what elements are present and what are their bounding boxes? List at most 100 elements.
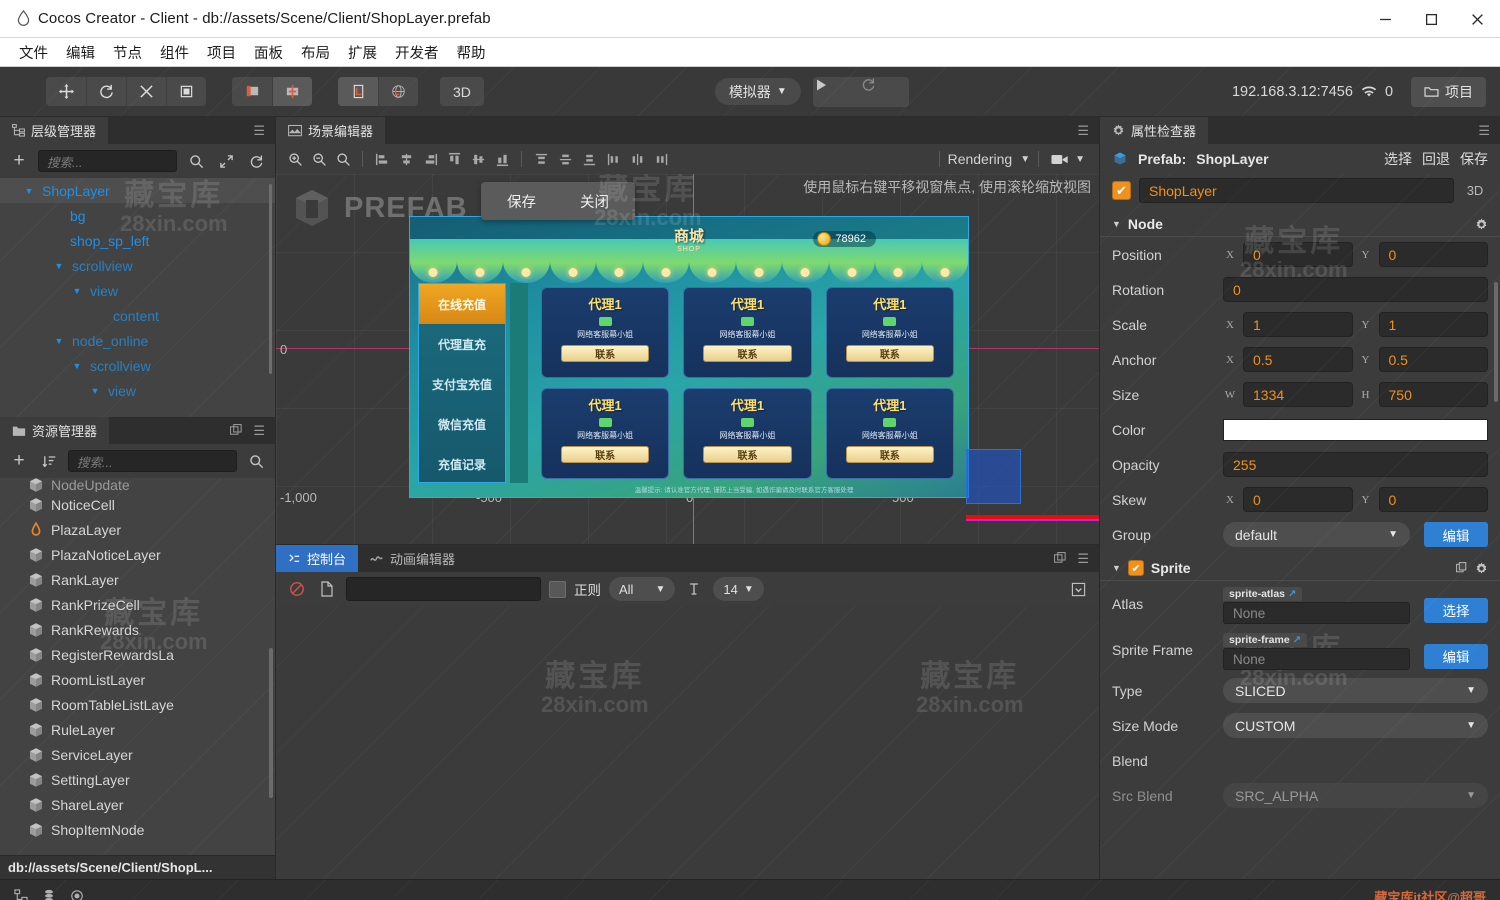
- category-agent-recharge[interactable]: 代理直充: [419, 324, 505, 364]
- scale-x-input[interactable]: 1: [1243, 312, 1353, 337]
- move-tool-icon[interactable]: [46, 77, 86, 106]
- asset-item-servicelayer[interactable]: ServiceLayer: [0, 742, 275, 767]
- prefab-save-action[interactable]: 保存: [1460, 149, 1488, 169]
- tree-node-view-2[interactable]: ▼ view: [0, 378, 275, 403]
- stack-icon[interactable]: [42, 889, 56, 900]
- asset-item-rankrewards[interactable]: RankRewards: [0, 617, 275, 642]
- tree-node-scrollview-2[interactable]: ▼ scrollview: [0, 353, 275, 378]
- asset-item-nodeupdate[interactable]: NodeUpdate: [0, 478, 275, 492]
- project-button[interactable]: 项目: [1411, 76, 1487, 107]
- align-right-icon[interactable]: [419, 148, 441, 170]
- agent-contact-button[interactable]: 联系: [560, 345, 650, 362]
- agent-contact-button[interactable]: 联系: [845, 446, 935, 463]
- chevron-down-icon[interactable]: ▼: [22, 186, 36, 196]
- align-center-h-icon[interactable]: [395, 148, 417, 170]
- size-height-input[interactable]: 750: [1378, 382, 1488, 407]
- chevron-down-icon[interactable]: ▼: [52, 336, 66, 346]
- asset-item-sharelayer[interactable]: ShareLayer: [0, 792, 275, 817]
- menu-node[interactable]: 节点: [104, 40, 151, 65]
- asset-item-roomlistlayer[interactable]: RoomListLayer: [0, 667, 275, 692]
- sprite-copy-icon[interactable]: [1456, 562, 1468, 574]
- skew-x-input[interactable]: 0: [1243, 487, 1353, 512]
- asset-item-shopitemnode[interactable]: ShopItemNode: [0, 817, 275, 842]
- console-output[interactable]: 藏宝库 28xin.com 藏宝库 28xin.com: [276, 606, 1099, 879]
- external-link-icon[interactable]: ↗: [1288, 589, 1296, 600]
- pivot-tool-icon[interactable]: [232, 77, 272, 106]
- assets-list[interactable]: 藏宝库 28xin.com NodeUpdate NoticeCell Plaz…: [0, 478, 275, 855]
- node-enabled-checkbox[interactable]: ✔: [1112, 181, 1131, 200]
- distribute-right-icon[interactable]: [650, 148, 672, 170]
- agent-contact-button[interactable]: 联系: [703, 345, 792, 362]
- console-menu-icon[interactable]: ☰: [1077, 551, 1089, 567]
- group-edit-button[interactable]: 编辑: [1424, 522, 1488, 547]
- distribute-center-icon[interactable]: [554, 148, 576, 170]
- category-recharge-history[interactable]: 充值记录: [419, 444, 505, 484]
- node-section-gear-icon[interactable]: [1475, 218, 1488, 231]
- scale-y-input[interactable]: 1: [1378, 312, 1488, 337]
- chevron-down-icon[interactable]: ▼: [70, 286, 84, 296]
- rect-tool-icon[interactable]: [166, 77, 206, 106]
- opacity-input[interactable]: 255: [1223, 452, 1488, 477]
- menu-developer[interactable]: 开发者: [386, 40, 448, 65]
- inspector-menu-icon[interactable]: ☰: [1478, 123, 1490, 139]
- assets-menu-icon[interactable]: ☰: [253, 423, 265, 439]
- sprite-frame-value[interactable]: None: [1223, 648, 1410, 670]
- console-filter-input[interactable]: [346, 577, 541, 601]
- zoom-in-icon[interactable]: [284, 148, 306, 170]
- asset-item-registerrewardslayer[interactable]: RegisterRewardsLa: [0, 642, 275, 667]
- src-blend-dropdown[interactable]: SRC_ALPHA ▼: [1223, 783, 1488, 808]
- eye-icon[interactable]: [70, 889, 84, 900]
- play-icon[interactable]: [813, 77, 861, 107]
- category-online-recharge[interactable]: 在线充值: [419, 284, 505, 324]
- tree-node-content[interactable]: content: [0, 303, 275, 328]
- log-level-dropdown[interactable]: All ▼: [609, 577, 676, 601]
- 3d-toggle-button[interactable]: 3D: [440, 77, 484, 106]
- tab-console[interactable]: 控制台: [276, 545, 359, 572]
- node-section-header[interactable]: ▼ Node: [1100, 212, 1500, 237]
- menu-layout[interactable]: 布局: [292, 40, 339, 65]
- assets-search-input[interactable]: 搜索...: [68, 450, 237, 472]
- position-y-input[interactable]: 0: [1378, 242, 1488, 267]
- agent-card[interactable]: 代理1 网络客服幕小姐 联系: [683, 388, 812, 479]
- refresh-icon[interactable]: [861, 77, 909, 107]
- category-alipay-recharge[interactable]: 支付宝充值: [419, 364, 505, 404]
- hierarchy-tree[interactable]: 藏宝库 28xin.com ▼ ShopLayer bg shop_sp_lef…: [0, 178, 275, 417]
- sort-icon[interactable]: [38, 450, 60, 472]
- asset-item-rulelayer[interactable]: RuleLayer: [0, 717, 275, 742]
- game-preview-frame[interactable]: 商城 SHOP 78962 在线充值 代理直充 支付宝充值 微信充值 充值记录: [409, 216, 969, 498]
- node-icon[interactable]: [14, 889, 28, 900]
- agent-card[interactable]: 代理1 网络客服幕小姐 联系: [825, 388, 954, 479]
- sprite-section-header[interactable]: ▼ ✔ Sprite: [1100, 556, 1500, 581]
- asset-item-ranklayer[interactable]: RankLayer: [0, 567, 275, 592]
- chevron-down-icon[interactable]: ▼: [88, 386, 102, 396]
- sprite-section-gear-icon[interactable]: [1475, 562, 1488, 575]
- tree-node-node-online[interactable]: ▼ node_online: [0, 328, 275, 353]
- sprite-frame-field[interactable]: sprite-frame ↗ None: [1223, 633, 1410, 670]
- asset-item-settinglayer[interactable]: SettingLayer: [0, 767, 275, 792]
- zoom-out-icon[interactable]: [308, 148, 330, 170]
- tab-hierarchy[interactable]: 层级管理器: [0, 117, 109, 144]
- menu-panel[interactable]: 面板: [245, 40, 292, 65]
- zoom-fit-icon[interactable]: [332, 148, 354, 170]
- size-mode-dropdown[interactable]: CUSTOM ▼: [1223, 713, 1488, 738]
- chevron-down-icon[interactable]: ▼: [52, 261, 66, 271]
- align-middle-icon[interactable]: [467, 148, 489, 170]
- maximize-button[interactable]: [1408, 0, 1454, 38]
- anchor-y-input[interactable]: 0.5: [1378, 347, 1488, 372]
- prefab-close-button[interactable]: 关闭: [558, 186, 631, 216]
- search-icon[interactable]: [245, 450, 267, 472]
- prefab-revert-action[interactable]: 回退: [1422, 149, 1450, 169]
- global-coord-tool-icon[interactable]: [378, 77, 418, 106]
- search-icon[interactable]: [185, 150, 207, 172]
- menu-file[interactable]: 文件: [10, 40, 57, 65]
- menu-edit[interactable]: 编辑: [57, 40, 104, 65]
- align-bottom-icon[interactable]: [491, 148, 513, 170]
- color-swatch[interactable]: [1223, 418, 1488, 441]
- camera-icon[interactable]: [1047, 148, 1073, 170]
- sprite-frame-edit-button[interactable]: 编辑: [1424, 643, 1488, 669]
- agent-card[interactable]: 代理1 网络客服幕小姐 联系: [541, 287, 670, 378]
- size-width-input[interactable]: 1334: [1243, 382, 1353, 407]
- category-wechat-recharge[interactable]: 微信充值: [419, 404, 505, 444]
- asset-item-roomtablelistlayer[interactable]: RoomTableListLaye: [0, 692, 275, 717]
- rotate-tool-icon[interactable]: [86, 77, 126, 106]
